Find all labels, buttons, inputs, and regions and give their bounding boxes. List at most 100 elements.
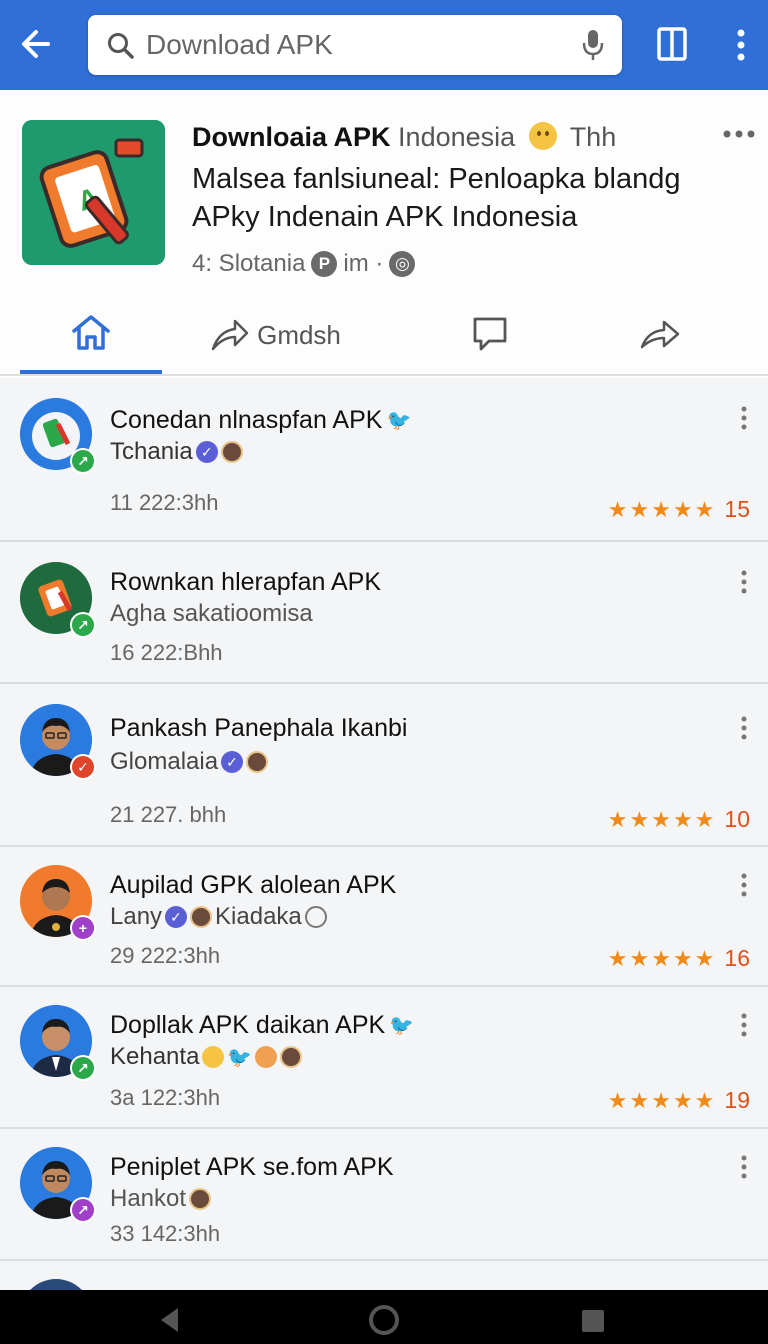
star-icon: ★ — [607, 496, 628, 522]
trending-badge-icon: ↗ — [70, 448, 96, 474]
rating: ★ ★ ★ ★ ★ 16 — [608, 945, 750, 972]
microphone-icon[interactable] — [580, 28, 606, 62]
star-icon: ★ — [694, 945, 715, 971]
item-author: Agha sakatioomisa — [110, 600, 313, 627]
item-title: Conedan nlnaspfan APK 🐦 — [110, 406, 411, 435]
rating-count: 15 — [724, 496, 750, 522]
item-time: 3a 122:3hh — [110, 1085, 221, 1110]
overflow-menu-icon[interactable] — [730, 28, 752, 62]
star-icon: ★ — [672, 945, 693, 971]
item-title-text: Conedan nlnaspfan APK — [110, 406, 383, 434]
book-icon[interactable] — [656, 26, 688, 62]
star-icon: ★ — [629, 806, 650, 832]
smiley-emoji-icon — [202, 1046, 225, 1068]
mini-avatar-icon — [220, 441, 243, 463]
mini-avatar-icon — [190, 906, 213, 928]
verified-icon: ✓ — [195, 441, 218, 463]
item-title: Peniplet APK se.fom APK — [110, 1153, 394, 1182]
home-icon — [72, 315, 110, 350]
item-title-text: Aupilad GPK alolean APK — [110, 871, 397, 899]
item-more-icon[interactable] — [738, 873, 750, 897]
verified-icon: ✓ — [221, 751, 244, 773]
tab-share[interactable]: Gmdsh — [190, 296, 360, 374]
item-time: 29 222:3hh — [110, 943, 221, 968]
item-subtitle: Agha sakatioomisa — [110, 600, 313, 628]
nav-home-icon[interactable] — [368, 1304, 400, 1336]
star-icon: ★ — [672, 496, 693, 522]
item-title-text: Rownkan hlerapfan APK — [110, 568, 382, 596]
app-title: Downloaia APK Indonesia Thh — [192, 122, 616, 153]
star-icon: ★ — [651, 806, 671, 832]
list-item[interactable]: ↗ Peniplet APK se.fom APK Hankot 33 142:… — [0, 1129, 768, 1261]
list-item[interactable]: ↗ Rownkan hlerapfan APK Agha sakatioomis… — [0, 542, 768, 684]
rating: ★ ★ ★ ★ ★ 10 — [608, 806, 750, 833]
star-icon: ★ — [629, 945, 650, 971]
rating-count: 16 — [724, 945, 750, 971]
star-icon: ★ — [694, 806, 715, 832]
star-icon: ★ — [651, 1087, 671, 1113]
item-subtitle: Lany ✓ Kiadaka — [110, 903, 327, 931]
star-icon: ★ — [694, 1087, 715, 1113]
nav-back-icon[interactable] — [158, 1306, 180, 1334]
item-more-icon[interactable] — [738, 1155, 750, 1179]
horizontal-more-icon[interactable] — [722, 128, 756, 140]
star-icon: ★ — [629, 1087, 650, 1113]
list-item[interactable]: + Aupilad GPK alolean APK Lany ✓ Kiadaka… — [0, 847, 768, 987]
rating: ★ ★ ★ ★ ★ 19 — [608, 1087, 750, 1114]
item-title: Dopllak APK daikan APK 🐦 — [110, 1011, 414, 1040]
forward-arrow-icon — [640, 320, 680, 349]
trending-badge-icon: ↗ — [70, 1055, 96, 1081]
list-item[interactable]: ✓ Pankash Panephala Ikanbi Glomalaia ✓ 2… — [0, 684, 768, 847]
list-item[interactable]: ↗ Conedan nlnaspfan APK 🐦 Tchania ✓ 11 2… — [0, 378, 768, 542]
verified-icon: ✓ — [165, 906, 188, 928]
star-icon: ★ — [607, 806, 628, 832]
item-subtitle: Hankot — [110, 1185, 212, 1213]
mini-avatar-icon — [246, 751, 269, 773]
item-subtitle: Tchania ✓ — [110, 438, 243, 466]
search-input[interactable] — [146, 15, 566, 75]
list-item[interactable]: ↗ Dopllak APK daikan APK 🐦 Kehanta 🐦 3a … — [0, 987, 768, 1129]
item-subtitle: Glomalaia ✓ — [110, 748, 269, 776]
app-meta-row: 4: Slotania P im · ◎ — [192, 250, 416, 278]
item-title: Rownkan hlerapfan APK — [110, 568, 381, 597]
tab-share-label: Gmdsh — [257, 319, 341, 350]
trending-badge-icon: ↗ — [70, 612, 96, 638]
rating: ★ ★ ★ ★ ★ 15 — [608, 496, 750, 523]
apk-tool-icon: A — [22, 120, 165, 265]
search-box[interactable] — [88, 15, 622, 75]
search-icon — [108, 33, 134, 59]
item-author: Lany — [110, 903, 163, 930]
mini-avatar-icon — [189, 1188, 212, 1210]
app-meta-mid: im · — [343, 250, 384, 277]
item-more-icon[interactable] — [738, 1013, 750, 1037]
review-list: ↗ Conedan nlnaspfan APK 🐦 Tchania ✓ 11 2… — [0, 378, 768, 1344]
star-icon: ★ — [651, 945, 671, 971]
tab-bar: Gmdsh — [0, 296, 768, 376]
bird-icon: 🐦 — [389, 1015, 415, 1037]
rating-count: 19 — [724, 1087, 750, 1113]
tab-home[interactable] — [20, 296, 162, 374]
item-more-icon[interactable] — [738, 406, 750, 430]
tab-forward[interactable] — [620, 296, 700, 374]
star-icon: ★ — [651, 496, 671, 522]
item-title-text: Dopllak APK daikan APK — [110, 1011, 386, 1039]
item-time: 21 227. bhh — [110, 802, 227, 827]
item-title: Pankash Panephala Ikanbi — [110, 714, 407, 743]
item-time: 16 222:Bhh — [110, 640, 223, 665]
item-more-icon[interactable] — [738, 570, 750, 594]
item-more-icon[interactable] — [738, 716, 750, 740]
tab-comments[interactable] — [450, 296, 530, 374]
top-app-bar — [0, 0, 768, 90]
blush-emoji-icon — [255, 1046, 278, 1068]
app-logo[interactable]: A — [22, 120, 165, 265]
nav-recents-icon[interactable] — [582, 1310, 604, 1332]
app-title-country: Indonesia — [398, 122, 516, 152]
clock-icon — [304, 906, 327, 928]
star-icon: ★ — [672, 806, 693, 832]
item-author: Tchania — [110, 438, 193, 465]
check-badge-icon: ✓ — [70, 754, 96, 780]
system-navigation-bar — [0, 1290, 768, 1344]
back-arrow-icon[interactable] — [18, 24, 58, 64]
star-icon: ★ — [607, 1087, 628, 1113]
app-title-suffix: Thh — [569, 122, 617, 152]
